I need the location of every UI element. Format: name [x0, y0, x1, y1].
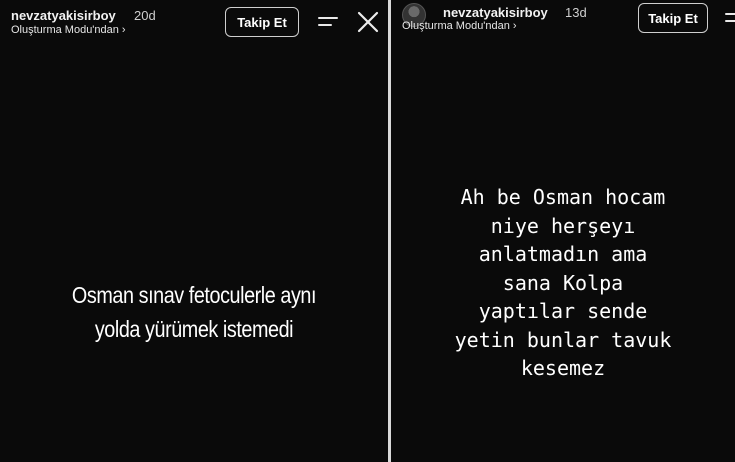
story-text-line: kesemez — [520, 356, 606, 380]
story-time: 20d — [134, 8, 156, 23]
story-text-line: Osman sınav fetoculerle aynı — [71, 282, 317, 308]
story-header: nevzatyakisirboy 13d Oluşturma Modu'ndan… — [391, 0, 735, 44]
close-icon[interactable] — [356, 10, 380, 34]
story-text-line: niye herşeyı — [490, 213, 636, 238]
story-time: 13d — [565, 5, 587, 20]
story-header: nevzatyakisirboy 20d Oluşturma Modu'ndan… — [0, 0, 388, 44]
story-text: Ah be Osman hocam niye herşeyı anlatmadı… — [391, 183, 735, 383]
left-story-panel: nevzatyakisirboy 20d Oluşturma Modu'ndan… — [0, 0, 388, 462]
username[interactable]: nevzatyakisirboy — [443, 5, 548, 20]
story-text: Osman sınav fetoculerle aynı yolda yürüm… — [27, 278, 361, 346]
story-text-line: yolda yürümek istemedi — [94, 316, 294, 342]
story-text-line: sana Kolpa — [502, 270, 624, 295]
follow-button[interactable]: Takip Et — [225, 7, 299, 37]
menu-icon[interactable] — [318, 16, 338, 28]
menu-icon[interactable] — [725, 12, 735, 24]
story-text-line: yetin bunlar tavuk — [454, 327, 672, 352]
creation-mode-link[interactable]: Oluşturma Modu'ndan › — [11, 24, 126, 36]
username[interactable]: nevzatyakisirboy — [11, 8, 116, 23]
follow-button[interactable]: Takip Et — [638, 3, 708, 33]
creation-mode-link[interactable]: Oluşturma Modu'ndan › — [402, 20, 517, 32]
right-story-panel: nevzatyakisirboy 13d Oluşturma Modu'ndan… — [391, 0, 735, 462]
story-text-line: Ah be Osman hocam — [460, 185, 666, 209]
story-text-line: anlatmadın ama — [478, 242, 648, 266]
story-text-line: yaptılar sende — [478, 299, 648, 323]
